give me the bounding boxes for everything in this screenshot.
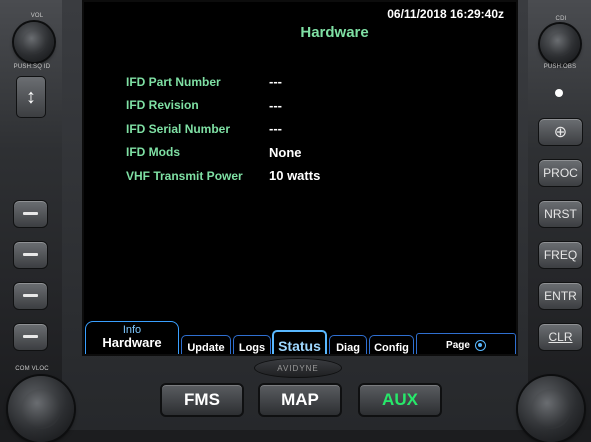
page-tab-bar: Info Hardware Update Logs Status Diag Co…: [84, 318, 516, 356]
tab-config[interactable]: Config: [369, 335, 414, 354]
mods-label: IFD Mods: [126, 145, 180, 160]
list-item: VHF Transmit Power 10 watts: [126, 164, 320, 188]
serial-number-label: IFD Serial Number: [126, 121, 231, 136]
serial-number-value: ---: [269, 121, 282, 137]
page-label: Page: [446, 340, 470, 351]
proc-button[interactable]: PROC: [538, 159, 583, 187]
freq-button[interactable]: FREQ: [538, 241, 583, 269]
updown-rocker-button[interactable]: ↕: [16, 76, 46, 118]
line-select-key-3[interactable]: [13, 282, 48, 310]
tab-underline: [84, 354, 516, 356]
line-select-key-1[interactable]: [13, 200, 48, 228]
cdi-label: CDI: [555, 16, 567, 22]
vol-label: VOL: [30, 13, 44, 19]
list-item: IFD Mods None: [126, 141, 320, 165]
obs-icon: ⊕: [553, 124, 568, 141]
indicator-dot: [555, 89, 563, 97]
fms-button[interactable]: FMS: [160, 383, 244, 417]
display-screen: 06/11/2018 16:29:40z Hardware IFD Part N…: [82, 0, 518, 356]
tab-logs[interactable]: Logs: [233, 335, 271, 354]
list-item: IFD Serial Number ---: [126, 117, 320, 141]
page-title: Hardware: [300, 24, 369, 41]
datetime-readout: 06/11/2018 16:29:40z: [387, 7, 504, 21]
com-vloc-label: COM VLOC: [15, 366, 49, 372]
clr-button[interactable]: CLR: [538, 323, 583, 351]
nrst-button[interactable]: NRST: [538, 200, 583, 228]
hardware-info-list: IFD Part Number --- IFD Revision --- IFD…: [126, 70, 320, 188]
fms-knob[interactable]: [518, 376, 584, 442]
page-indicator-icon: [474, 340, 486, 351]
tab-update[interactable]: Update: [181, 335, 231, 354]
mods-value: None: [269, 144, 302, 160]
page-button[interactable]: Page: [416, 333, 516, 354]
com-vloc-knob[interactable]: [8, 376, 74, 442]
map-button[interactable]: MAP: [258, 383, 342, 417]
aux-button[interactable]: AUX: [358, 383, 442, 417]
revision-value: ---: [269, 97, 282, 113]
vhf-power-value: 10 watts: [269, 168, 321, 184]
tab-diag[interactable]: Diag: [329, 335, 367, 354]
revision-label: IFD Revision: [126, 98, 199, 113]
tab-group-info-hardware[interactable]: Info Hardware: [85, 321, 179, 354]
updown-arrow-icon: ↕: [26, 85, 36, 108]
push-sq-id-label: PUSH:SQ ID: [13, 64, 51, 70]
brand-logo: AVIDYNE: [254, 358, 342, 378]
part-number-label: IFD Part Number: [126, 74, 221, 89]
tab-status[interactable]: Status: [272, 330, 327, 354]
push-obs-label: PUSH:OBS: [543, 64, 577, 70]
line-select-key-2[interactable]: [13, 241, 48, 269]
vol-knob[interactable]: [14, 22, 54, 62]
part-number-value: ---: [269, 74, 282, 90]
vhf-power-label: VHF Transmit Power: [126, 168, 243, 183]
cdi-knob[interactable]: [540, 24, 580, 64]
line-select-key-4[interactable]: [13, 323, 48, 351]
list-item: IFD Part Number ---: [126, 70, 320, 94]
obs-button[interactable]: ⊕: [538, 118, 583, 146]
entr-button[interactable]: ENTR: [538, 282, 583, 310]
list-item: IFD Revision ---: [126, 94, 320, 118]
tab-group-subtitle: Hardware: [102, 335, 162, 350]
